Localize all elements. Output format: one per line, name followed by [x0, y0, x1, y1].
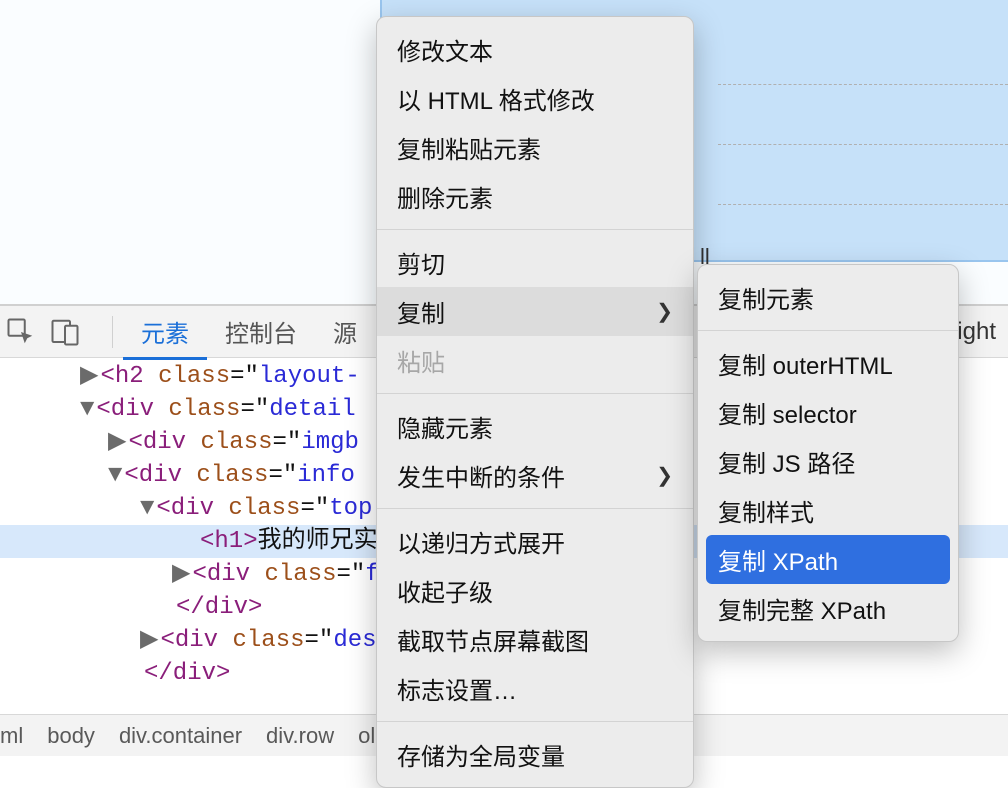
menu-copy-outerhtml[interactable]: 复制 outerHTML	[698, 339, 958, 388]
copy-submenu: 复制元素 复制 outerHTML 复制 selector 复制 JS 路径 复…	[697, 264, 959, 642]
menu-hide-element[interactable]: 隐藏元素	[377, 402, 693, 451]
menu-cut[interactable]: 剪切	[377, 238, 693, 287]
menu-delete-element[interactable]: 删除元素	[377, 172, 693, 221]
menu-capture-screenshot[interactable]: 截取节点屏幕截图	[377, 615, 693, 664]
tab-sources[interactable]: 源	[315, 304, 375, 359]
menu-edit-as-html[interactable]: 以 HTML 格式修改	[377, 74, 693, 123]
menu-break-on[interactable]: 发生中断的条件 ❯	[377, 451, 693, 500]
separator	[112, 316, 113, 348]
chevron-right-icon: ❯	[656, 299, 673, 324]
crumb[interactable]: body	[47, 723, 95, 749]
inspect-icon[interactable]	[4, 315, 38, 349]
menu-store-as-global[interactable]: 存储为全局变量	[377, 730, 693, 779]
tab-elements[interactable]: 元素	[123, 304, 207, 360]
device-toggle-icon[interactable]	[48, 315, 82, 349]
tooltip-guide-lines	[718, 84, 1008, 264]
menu-separator	[377, 508, 693, 509]
menu-copy-styles[interactable]: 复制样式	[698, 486, 958, 535]
menu-separator	[377, 229, 693, 230]
menu-copy-js-path[interactable]: 复制 JS 路径	[698, 437, 958, 486]
menu-copy-xpath[interactable]: 复制 XPath	[706, 535, 950, 584]
crumb[interactable]: div.container	[119, 723, 242, 749]
menu-collapse-children[interactable]: 收起子级	[377, 566, 693, 615]
menu-expand-recursively[interactable]: 以递归方式展开	[377, 517, 693, 566]
menu-badge-settings[interactable]: 标志设置…	[377, 664, 693, 713]
menu-paste: 粘贴	[377, 336, 693, 385]
menu-copy-paste-element[interactable]: 复制粘贴元素	[377, 123, 693, 172]
menu-separator	[377, 721, 693, 722]
menu-copy-full-xpath[interactable]: 复制完整 XPath	[698, 584, 958, 633]
menu-copy[interactable]: 复制 ❯	[377, 287, 693, 336]
menu-copy-selector[interactable]: 复制 selector	[698, 388, 958, 437]
tab-console[interactable]: 控制台	[207, 304, 315, 359]
crumb[interactable]: div.row	[266, 723, 334, 749]
chevron-right-icon: ❯	[656, 463, 673, 488]
menu-copy-element[interactable]: 复制元素	[698, 273, 958, 322]
crumb[interactable]: ml	[0, 723, 23, 749]
menu-separator	[698, 330, 958, 331]
menu-edit-text[interactable]: 修改文本	[377, 25, 693, 74]
context-menu: 修改文本 以 HTML 格式修改 复制粘贴元素 删除元素 剪切 复制 ❯ 粘贴 …	[376, 16, 694, 788]
menu-separator	[377, 393, 693, 394]
